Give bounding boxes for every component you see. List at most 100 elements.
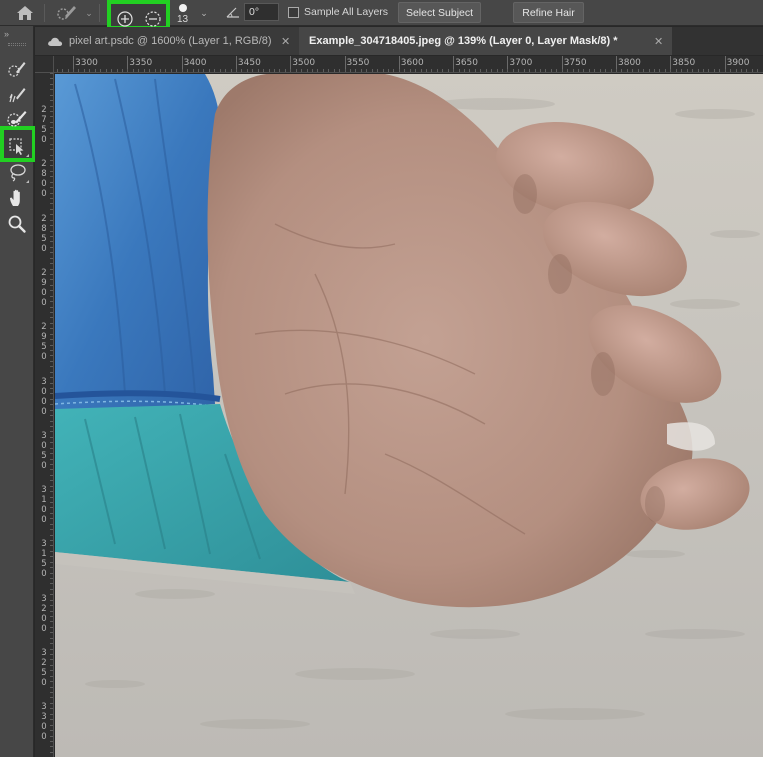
ruler-minor-tick xyxy=(50,149,53,150)
ruler-minor-tick xyxy=(724,69,726,72)
ruler-minor-tick xyxy=(50,268,53,270)
brush-tool[interactable] xyxy=(4,106,30,130)
document-tab-example[interactable]: Example_304718405.jpeg @ 139% (Layer 0, … xyxy=(299,27,672,55)
angle-icon xyxy=(225,4,241,20)
ruler-minor-tick xyxy=(50,556,53,558)
ruler-minor-tick xyxy=(50,610,53,612)
ruler-minor-tick xyxy=(491,69,493,72)
ruler-minor-tick xyxy=(50,567,53,569)
ruler-minor-tick xyxy=(50,491,53,493)
expand-panel-icon[interactable]: » xyxy=(4,29,9,39)
ruler-minor-tick xyxy=(50,502,53,503)
brush-selection-icon xyxy=(8,62,26,77)
document-tab-pixel-art[interactable]: pixel art.psdc @ 1600% (Layer 1, RGB/8) … xyxy=(35,27,299,55)
ruler-minor-tick xyxy=(50,648,53,650)
ruler-minor-tick xyxy=(583,69,585,72)
ruler-minor-tick xyxy=(170,69,172,72)
chevron-down-icon[interactable]: ⌄ xyxy=(84,6,94,20)
subtract-from-selection-button[interactable] xyxy=(143,9,163,29)
ruler-origin[interactable] xyxy=(35,56,54,73)
plus-circle-icon xyxy=(117,11,133,27)
ruler-minor-tick xyxy=(50,474,53,476)
ruler-minor-tick xyxy=(50,176,53,178)
ruler-minor-tick xyxy=(50,588,53,590)
ruler-minor-tick xyxy=(50,740,53,742)
ruler-minor-tick xyxy=(322,69,324,72)
ruler-minor-tick xyxy=(50,208,53,210)
ruler-minor-tick xyxy=(132,69,134,72)
ruler-minor-tick xyxy=(436,69,438,72)
ruler-minor-tick xyxy=(89,69,91,72)
ruler-minor-tick xyxy=(757,69,759,72)
horizontal-ruler[interactable]: 3300 3350 3400 3450 3500 3550 3600 3650 3700 3750… xyxy=(35,56,763,73)
ruler-minor-tick xyxy=(420,69,422,72)
ruler-minor-tick xyxy=(241,69,243,72)
ruler-minor-tick xyxy=(50,279,53,281)
ruler-label: 3000 xyxy=(41,376,47,417)
close-tab-icon[interactable]: ✕ xyxy=(281,35,290,48)
object-selection-tool[interactable] xyxy=(4,134,30,158)
object-select-icon xyxy=(9,138,24,155)
ruler-minor-tick xyxy=(610,69,612,72)
hand-tool[interactable] xyxy=(4,186,30,210)
ruler-minor-tick xyxy=(50,246,53,248)
select-subject-button[interactable]: Select Subject xyxy=(398,2,481,23)
ruler-minor-tick xyxy=(50,252,53,254)
separator xyxy=(99,4,100,22)
ruler-minor-tick xyxy=(50,143,53,145)
ruler-minor-tick xyxy=(567,69,569,72)
ruler-minor-tick xyxy=(50,197,53,199)
tab-label: pixel art.psdc @ 1600% (Layer 1, RGB/8) xyxy=(69,35,272,47)
ruler-minor-tick xyxy=(50,594,53,596)
ruler-minor-tick xyxy=(50,273,53,275)
ruler-minor-tick xyxy=(605,69,607,72)
refine-edge-brush-tool[interactable] xyxy=(4,83,30,107)
ruler-minor-tick xyxy=(154,69,156,72)
add-to-selection-button[interactable] xyxy=(115,9,135,29)
ruler-minor-tick xyxy=(339,69,341,72)
ruler-minor-tick xyxy=(50,735,53,737)
ruler-minor-tick xyxy=(572,69,574,72)
ruler-minor-tick xyxy=(252,69,254,72)
chevron-down-icon[interactable]: ⌄ xyxy=(198,6,210,20)
brush-size-preview[interactable] xyxy=(178,3,188,13)
ruler-minor-tick xyxy=(50,121,53,123)
ruler-minor-tick xyxy=(686,69,688,72)
ruler-minor-tick xyxy=(50,561,53,563)
home-button[interactable] xyxy=(14,3,36,23)
ruler-minor-tick xyxy=(50,78,53,80)
ruler-minor-tick xyxy=(50,127,53,129)
ruler-minor-tick xyxy=(681,69,683,72)
ruler-minor-tick xyxy=(50,681,53,683)
minus-circle-icon xyxy=(145,11,161,27)
brush-angle-field[interactable]: 0° xyxy=(244,3,279,21)
sample-all-layers-checkbox[interactable] xyxy=(288,7,299,18)
lasso-tool[interactable] xyxy=(4,160,30,184)
ruler-minor-tick xyxy=(62,69,64,72)
ruler-minor-tick xyxy=(50,382,53,384)
document-canvas[interactable] xyxy=(55,74,763,757)
close-tab-icon[interactable]: ✕ xyxy=(654,35,663,48)
ruler-minor-tick xyxy=(404,69,406,72)
ruler-minor-tick xyxy=(50,301,53,303)
ruler-minor-tick xyxy=(50,572,53,574)
ruler-minor-tick xyxy=(317,69,319,72)
vertical-ruler[interactable]: 2750 2800 2850 2900 2950 3000 3050 3100 3150 3200… xyxy=(35,73,54,757)
ruler-minor-tick xyxy=(50,181,53,183)
ruler-minor-tick xyxy=(50,219,53,221)
ruler-minor-tick xyxy=(50,290,53,292)
panel-grip[interactable] xyxy=(8,43,26,46)
ruler-minor-tick xyxy=(50,751,53,753)
ruler-minor-tick xyxy=(246,69,248,72)
lasso-icon xyxy=(10,164,26,182)
tool-preset-picker[interactable] xyxy=(54,2,80,24)
ruler-minor-tick xyxy=(50,730,53,731)
ruler-minor-tick xyxy=(398,69,400,72)
ruler-minor-tick xyxy=(50,235,53,237)
ruler-minor-tick xyxy=(301,69,303,72)
ruler-minor-tick xyxy=(50,583,53,585)
ruler-minor-tick xyxy=(426,69,427,72)
refine-hair-button[interactable]: Refine Hair xyxy=(513,2,584,23)
zoom-tool[interactable] xyxy=(4,212,30,236)
quick-selection-tool[interactable] xyxy=(4,57,30,81)
